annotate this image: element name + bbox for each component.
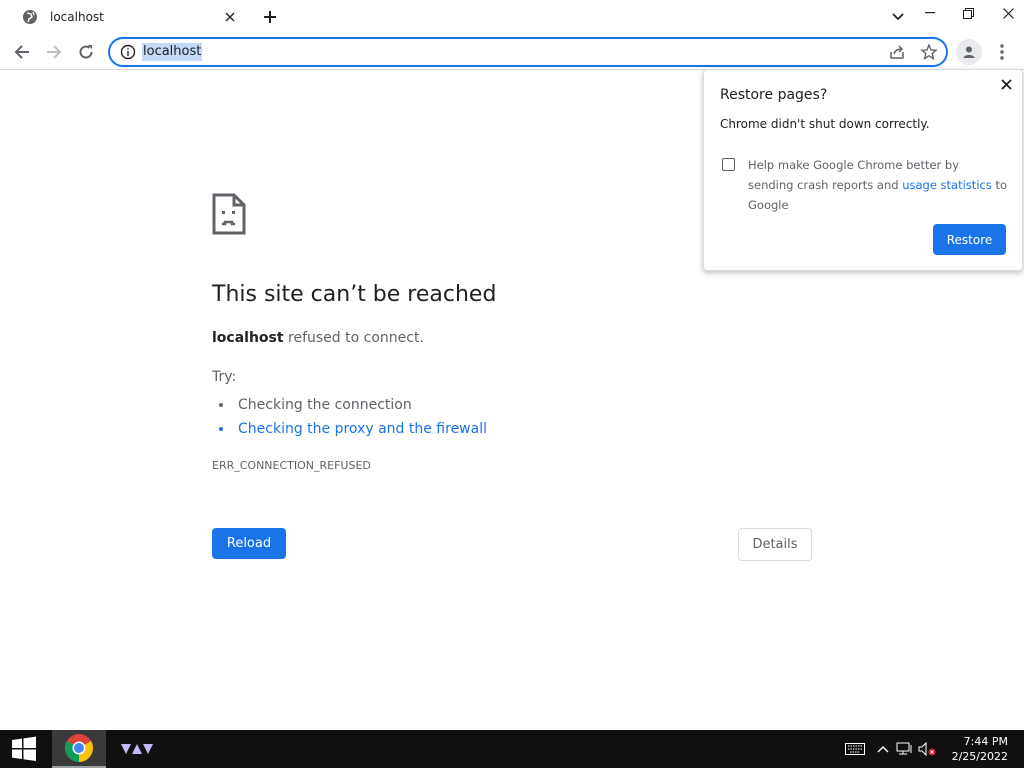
taskbar-clock[interactable]: 7:44 PM 2/25/2022 — [952, 734, 1008, 764]
menu-kebab-icon[interactable] — [990, 39, 1014, 65]
close-window-icon[interactable] — [988, 0, 1024, 26]
show-hidden-icons-chevron-icon[interactable] — [874, 741, 892, 757]
usage-statistics-link[interactable]: usage statistics — [902, 178, 992, 192]
address-bar[interactable]: localhost — [108, 37, 948, 67]
toolbar: localhost — [0, 34, 1024, 70]
restore-window-icon[interactable] — [948, 0, 988, 26]
restore-pages-dialog: Restore pages? Chrome didn't shut down c… — [703, 69, 1023, 271]
suggestions-list: Checking the connection Checking the pro… — [234, 393, 487, 441]
dialog-subtitle: Chrome didn't shut down correctly. — [720, 117, 930, 131]
network-icon[interactable] — [896, 741, 914, 757]
taskbar: 7:44 PM 2/25/2022 — [0, 730, 1024, 768]
clock-date: 2/25/2022 — [951, 750, 1008, 763]
sad-document-icon — [212, 193, 246, 235]
error-host: localhost — [212, 330, 284, 346]
tab-localhost[interactable]: localhost — [8, 0, 248, 34]
site-info-icon[interactable] — [120, 44, 136, 60]
reload-button[interactable]: Reload — [212, 528, 286, 559]
share-icon[interactable] — [888, 43, 906, 61]
dialog-close-icon[interactable] — [998, 76, 1014, 92]
new-tab-button[interactable] — [258, 6, 282, 28]
back-icon[interactable] — [8, 38, 36, 66]
minimize-icon[interactable] — [910, 0, 950, 26]
restore-button[interactable]: Restore — [933, 224, 1006, 255]
clock-time: 7:44 PM — [963, 735, 1008, 748]
forward-icon[interactable] — [40, 38, 68, 66]
tab-strip: localhost — [0, 0, 1024, 34]
globe-icon — [22, 9, 38, 25]
url-text[interactable]: localhost — [142, 43, 203, 61]
error-code: ERR_CONNECTION_REFUSED — [212, 459, 371, 472]
chrome-window: localhost localhost This site can’t be r… — [0, 0, 1024, 768]
dialog-title: Restore pages? — [720, 87, 828, 103]
bookmark-star-icon[interactable] — [920, 43, 938, 61]
app-wave-taskbar-icon[interactable] — [112, 730, 162, 768]
profile-avatar-icon[interactable] — [956, 39, 982, 65]
reload-icon[interactable] — [72, 38, 100, 66]
crash-report-checkbox[interactable] — [722, 158, 735, 171]
error-message: localhost refused to connect. — [212, 330, 424, 346]
suggestion-check-connection: Checking the connection — [234, 393, 487, 417]
tab-search-chevron-icon[interactable] — [886, 6, 910, 28]
tab-title: localhost — [50, 10, 104, 24]
crash-report-label: Help make Google Chrome better by sendin… — [748, 155, 1008, 215]
volume-muted-icon[interactable] — [918, 741, 936, 757]
error-title: This site can’t be reached — [212, 282, 497, 307]
keyboard-icon[interactable] — [844, 741, 866, 757]
windows-start-icon[interactable] — [0, 730, 48, 768]
try-label: Try: — [212, 369, 237, 385]
chrome-taskbar-icon[interactable] — [52, 730, 106, 768]
error-message-suffix: refused to connect. — [283, 330, 424, 346]
details-button[interactable]: Details — [738, 528, 812, 561]
suggestion-check-proxy-link[interactable]: Checking the proxy and the firewall — [234, 417, 487, 441]
tab-close-icon[interactable] — [222, 9, 238, 25]
